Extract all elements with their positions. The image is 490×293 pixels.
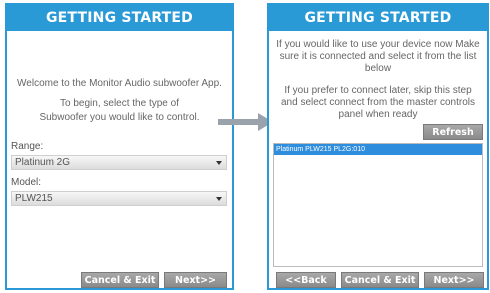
back-button[interactable]: <<Back	[276, 272, 336, 288]
next-button[interactable]: Next>>	[164, 272, 227, 288]
right-arrow-icon	[218, 113, 273, 131]
getting-started-panel-right: GETTING STARTED If you would like to use…	[267, 3, 489, 290]
device-list[interactable]: Platinum PLW215 PL2G:010	[273, 143, 483, 267]
chevron-down-icon	[216, 197, 222, 201]
skip-instruction: If you prefer to connect later, skip thi…	[281, 85, 475, 120]
range-value: Platinum 2G	[15, 157, 71, 168]
model-value: PLW215	[15, 193, 53, 204]
panel-title: GETTING STARTED	[269, 5, 487, 31]
connect-instruction: If you would like to use your device now…	[276, 39, 480, 74]
chevron-down-icon	[216, 161, 222, 165]
panel-title: GETTING STARTED	[7, 5, 232, 31]
getting-started-panel-left: GETTING STARTED Welcome to the Monitor A…	[5, 3, 234, 290]
next-button[interactable]: Next>>	[424, 272, 484, 288]
welcome-text: Welcome to the Monitor Audio subwoofer A…	[17, 78, 222, 89]
range-select[interactable]: Platinum 2G	[11, 155, 227, 170]
model-label: Model:	[11, 177, 42, 188]
instruction-text: To begin, select the type of Subwoofer y…	[39, 98, 200, 123]
cancel-exit-button[interactable]: Cancel & Exit	[81, 272, 159, 288]
cancel-exit-button[interactable]: Cancel & Exit	[341, 272, 419, 288]
model-select[interactable]: PLW215	[11, 191, 227, 206]
range-label: Range:	[11, 141, 44, 152]
device-list-item[interactable]: Platinum PLW215 PL2G:010	[274, 144, 482, 155]
refresh-button[interactable]: Refresh	[423, 124, 483, 140]
